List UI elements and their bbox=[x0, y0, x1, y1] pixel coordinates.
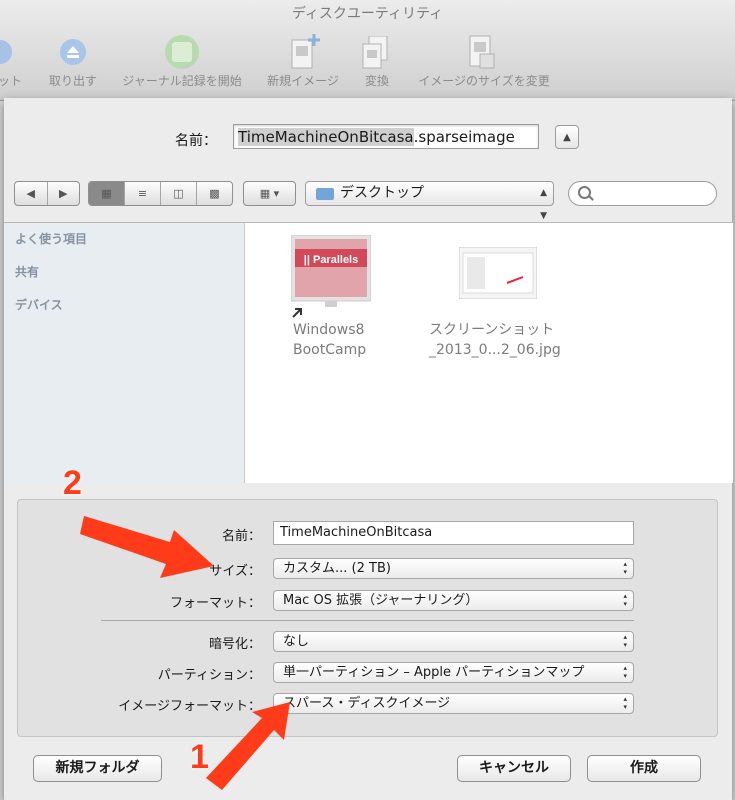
annotation-number-2: 2 bbox=[63, 464, 82, 502]
search-field[interactable] bbox=[568, 181, 717, 206]
window-title: ディスクユーティリティ bbox=[291, 6, 444, 22]
save-as-input[interactable]: TimeMachineOnBitcasa.sparseimage bbox=[233, 124, 539, 149]
toolbar-label: 変換 bbox=[364, 74, 389, 88]
sidebar-section-favorites[interactable]: よく使う項目 bbox=[15, 230, 87, 247]
partition-label: パーティション： bbox=[157, 668, 261, 683]
create-button[interactable]: 作成 bbox=[587, 755, 701, 782]
icon-view-button[interactable]: ▦ bbox=[89, 182, 125, 205]
resize-image-icon bbox=[469, 35, 495, 69]
name-label: 名前： bbox=[221, 529, 261, 544]
arrange-icon: ▦ ▾ bbox=[259, 187, 280, 200]
save-as-extension: .sparseimage bbox=[413, 128, 515, 146]
toolbar-label: ジャーナル記録を開始 bbox=[122, 74, 242, 88]
eject-icon bbox=[60, 39, 86, 65]
encryption-label: 暗号化： bbox=[208, 637, 261, 652]
image-name-field[interactable]: TimeMachineOnBitcasa bbox=[273, 521, 634, 545]
forward-button[interactable]: ▶ bbox=[48, 182, 80, 205]
chevron-up-icon: ▲ bbox=[563, 132, 571, 143]
location-label: デスクトップ bbox=[340, 185, 424, 201]
file-browser: || Parallels Windows8 BootCamp スクリーンショット… bbox=[244, 222, 733, 483]
back-forward-control: ◀ ▶ bbox=[14, 181, 80, 206]
sidebar-section-shared[interactable]: 共有 bbox=[15, 263, 39, 280]
folder-icon bbox=[316, 188, 334, 200]
annotation-number-1: 1 bbox=[190, 738, 209, 776]
partition-popup[interactable]: 単一パーティション – Apple パーティションマップ bbox=[273, 662, 634, 683]
coverflow-icon: ▩ bbox=[209, 187, 220, 200]
new-image-icon bbox=[291, 34, 320, 69]
journal-icon bbox=[165, 35, 199, 69]
convert-icon bbox=[362, 36, 388, 69]
toolbar-label: 新規イメージ bbox=[267, 74, 339, 88]
mount-icon bbox=[0, 40, 12, 64]
size-label: サイズ： bbox=[209, 564, 261, 579]
sidebar: よく使う項目 共有 デバイス bbox=[4, 222, 244, 483]
list-view-button[interactable]: ≡ bbox=[125, 182, 161, 205]
image-format-label: イメージフォーマット： bbox=[118, 699, 261, 714]
list-icon: ≡ bbox=[137, 187, 148, 200]
sidebar-section-devices[interactable]: デバイス bbox=[15, 296, 63, 313]
file-name-windows8: Windows8 BootCamp bbox=[293, 322, 367, 358]
toolbar-label: 取り出す bbox=[48, 74, 97, 88]
back-button[interactable]: ◀ bbox=[15, 182, 48, 205]
toolbar-label: ット bbox=[0, 74, 22, 88]
encryption-popup[interactable]: なし bbox=[273, 631, 634, 652]
file-item-windows8[interactable]: || Parallels bbox=[290, 234, 372, 321]
options-divider bbox=[101, 620, 634, 621]
parallels-vm-icon: || Parallels bbox=[290, 234, 372, 318]
coverflow-view-button[interactable]: ▩ bbox=[197, 182, 232, 205]
image-thumbnail-icon bbox=[458, 246, 538, 300]
parallels-logo-text: || Parallels bbox=[304, 254, 358, 266]
image-format-popup[interactable]: スパース・ディスクイメージ bbox=[273, 693, 634, 714]
location-popup[interactable]: デスクトップ ▲ ▼ bbox=[305, 181, 554, 221]
view-mode-control: ▦ ≡ ◫ ▩ bbox=[88, 181, 233, 206]
file-item-screenshot[interactable] bbox=[458, 246, 538, 300]
columns-icon: ◫ bbox=[173, 187, 184, 200]
arrange-button[interactable]: ▦ ▾ bbox=[243, 181, 296, 206]
grid-icon: ▦ bbox=[101, 187, 112, 200]
size-popup[interactable]: カスタム... (2 TB) bbox=[273, 558, 634, 579]
cancel-button[interactable]: キャンセル bbox=[457, 755, 571, 782]
format-label: フォーマット： bbox=[169, 596, 261, 611]
save-as-label: 名前： bbox=[175, 133, 217, 149]
column-view-button[interactable]: ◫ bbox=[161, 182, 197, 205]
save-as-selected-text: TimeMachineOnBitcasa bbox=[238, 128, 414, 146]
format-popup[interactable]: Mac OS 拡張（ジャーナリング） bbox=[273, 590, 634, 611]
new-folder-button[interactable]: 新規フォルダ bbox=[33, 755, 162, 782]
toolbar-label: イメージのサイズを変更 bbox=[418, 74, 550, 88]
file-name-screenshot: スクリーンショット _2013_0...2_06.jpg bbox=[429, 322, 561, 358]
expand-collapse-button[interactable]: ▲ bbox=[555, 125, 579, 149]
